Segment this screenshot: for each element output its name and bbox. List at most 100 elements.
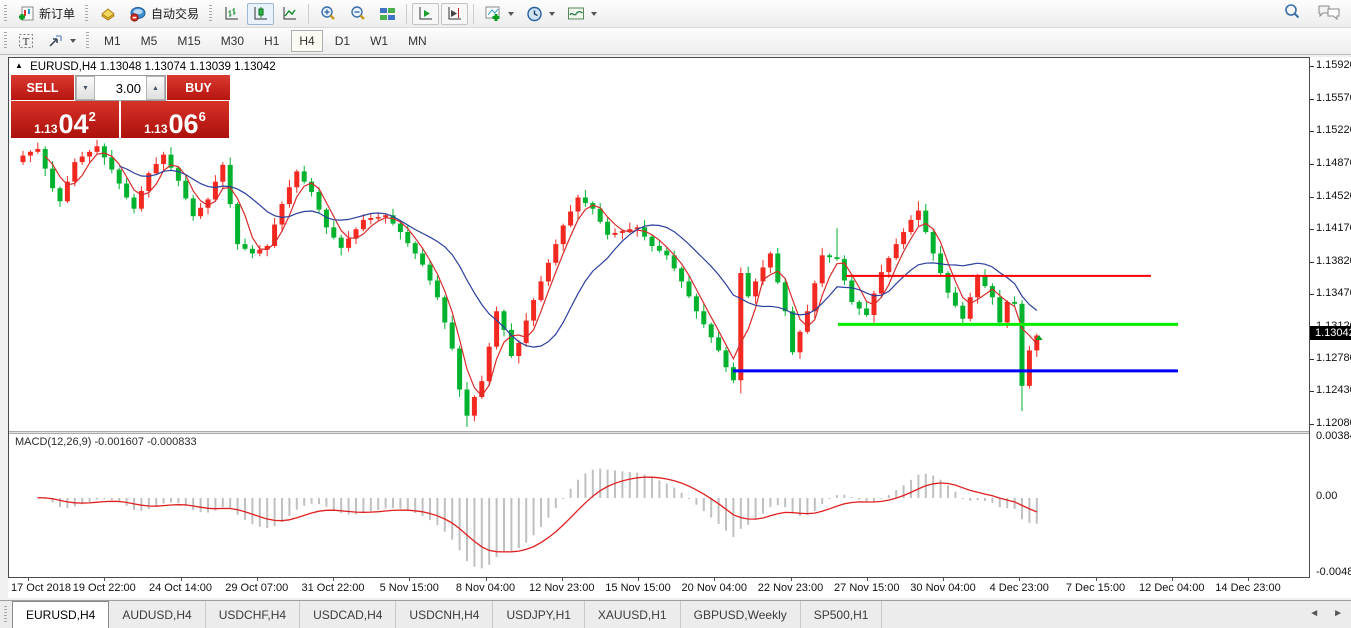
macd-histogram-bar	[888, 495, 890, 498]
volume-input[interactable]: 3.00	[95, 76, 146, 100]
zoom-in-button[interactable]	[314, 2, 342, 25]
timeframe-button-m5[interactable]: M5	[133, 30, 166, 52]
tab-usdchf[interactable]: USDCHF,H4	[206, 601, 300, 628]
candle-body	[990, 286, 995, 297]
tab-audusd[interactable]: AUDUSD,H4	[109, 601, 205, 628]
candle-body	[442, 297, 447, 322]
buy-button[interactable]: BUY	[167, 75, 230, 101]
macd-histogram-bar	[977, 498, 979, 500]
macd-histogram-bar	[385, 498, 387, 508]
timeframe-button-w1[interactable]: W1	[362, 30, 396, 52]
macd-histogram-bar	[703, 498, 705, 511]
macd-histogram-bar	[459, 498, 461, 550]
macd-histogram-bar	[777, 498, 779, 505]
candle-body	[472, 397, 477, 416]
volume-decrease-button[interactable]: ▼	[76, 76, 95, 100]
toolbar-grip[interactable]	[86, 32, 89, 50]
search-icon[interactable]	[1283, 3, 1301, 21]
cursor-mode-button[interactable]	[42, 30, 81, 52]
line-chart-button[interactable]	[276, 3, 303, 25]
timeframe-button-d1[interactable]: D1	[327, 30, 358, 52]
timeframe-button-h4[interactable]: H4	[291, 30, 322, 52]
macd-histogram-bar	[607, 470, 609, 498]
timeframe-button-h1[interactable]: H1	[256, 30, 287, 52]
bar-chart-button[interactable]	[218, 3, 245, 25]
community-chat-icon[interactable]	[1317, 3, 1341, 21]
candle-body	[620, 231, 625, 233]
candlestick-chart-button[interactable]	[247, 3, 274, 25]
candle-body	[864, 308, 869, 315]
tab-usdcnh[interactable]: USDCNH,H4	[396, 601, 493, 628]
macd-histogram-bar	[237, 498, 239, 515]
toolbar-grip[interactable]	[85, 5, 88, 23]
tabsbar-grip[interactable]	[4, 606, 7, 624]
macd-histogram-bar	[370, 498, 372, 511]
volume-increase-button[interactable]: ▲	[146, 76, 165, 100]
svg-text:T: T	[23, 36, 30, 48]
candle-body	[820, 255, 825, 283]
timeframe-button-m1[interactable]: M1	[96, 30, 129, 52]
tabs-scroll-right-icon[interactable]: ►	[1333, 608, 1343, 619]
chart-window[interactable]: ▲ EURUSD,H4 1.13048 1.13074 1.13039 1.13…	[8, 57, 1310, 578]
sell-price[interactable]: 1.13 04 2	[11, 101, 119, 138]
macd-histogram-bar	[488, 498, 490, 565]
macd-histogram-bar	[718, 498, 720, 524]
candle-body	[72, 162, 77, 182]
autotrading-button[interactable]: 自动交易	[124, 2, 204, 25]
candle-body	[302, 171, 307, 181]
macd-histogram-bar	[962, 498, 964, 499]
timeframe-button-mn[interactable]: MN	[400, 30, 435, 52]
chart-shift-button[interactable]	[441, 3, 468, 25]
tab-xauusd[interactable]: XAUUSD,H1	[585, 601, 681, 628]
time-axis[interactable]: 17 Oct 201819 Oct 22:0024 Oct 14:0029 Oc…	[8, 578, 1310, 598]
price-axis[interactable]: 1.159201.155701.152201.148701.145201.141…	[1310, 57, 1351, 598]
auto-scroll-button[interactable]	[412, 3, 439, 25]
indicators-button[interactable]	[479, 3, 519, 25]
candle-body	[687, 281, 692, 296]
macd-histogram-bar	[325, 498, 327, 507]
tab-usdjpy[interactable]: USDJPY,H1	[493, 601, 584, 628]
macd-pane[interactable]: MACD(12,26,9) -0.001607 -0.000833	[9, 434, 1309, 577]
templates-button[interactable]	[562, 3, 602, 25]
collapse-arrow-icon[interactable]: ▲	[15, 61, 23, 70]
candle-body	[731, 367, 736, 380]
candle-body	[568, 212, 573, 226]
price-axis-tick	[1310, 262, 1314, 263]
timeframe-button-m15[interactable]: M15	[169, 30, 208, 52]
timeframe-button-m30[interactable]: M30	[213, 30, 252, 52]
tab-usdcad[interactable]: USDCAD,H4	[300, 601, 396, 628]
macd-histogram-bar	[296, 498, 298, 510]
candle-body	[524, 321, 529, 343]
tab-gbpusd[interactable]: GBPUSD,Weekly	[681, 601, 801, 628]
zoom-out-button[interactable]	[344, 2, 372, 25]
periods-button[interactable]	[521, 3, 560, 25]
price-pane[interactable]: ▲ EURUSD,H4 1.13048 1.13074 1.13039 1.13…	[9, 58, 1309, 431]
macd-histogram-bar	[518, 498, 520, 548]
macd-histogram-bar	[481, 498, 483, 568]
macd-histogram-bar	[311, 498, 313, 504]
text-label-tool-button[interactable]: T	[13, 30, 40, 52]
time-axis-tick	[638, 578, 639, 581]
candle-body	[87, 152, 92, 157]
candle-body	[546, 263, 551, 282]
buy-price[interactable]: 1.13 06 6	[121, 101, 229, 138]
candle-body	[605, 222, 610, 235]
tab-eurusd[interactable]: EURUSD,H4	[12, 601, 109, 628]
sell-button[interactable]: SELL	[11, 75, 74, 101]
time-axis-tick	[943, 578, 944, 581]
toolbar-grip[interactable]	[4, 32, 7, 50]
tab-sp500[interactable]: SP500,H1	[801, 601, 883, 628]
macd-histogram-bar	[207, 498, 209, 513]
time-axis-tick	[562, 578, 563, 581]
price-axis-tick	[1310, 424, 1314, 425]
expert-advisors-button[interactable]	[94, 3, 122, 25]
toolbar-grip[interactable]	[209, 5, 212, 23]
new-order-button[interactable]: 新订单	[13, 2, 80, 25]
tile-windows-button[interactable]	[374, 3, 401, 25]
candle-body	[183, 181, 188, 199]
time-axis-tick	[1248, 578, 1249, 581]
macd-histogram-bar	[429, 498, 431, 520]
tabs-scroll-left-icon[interactable]: ◄	[1309, 608, 1319, 619]
candle-body	[997, 297, 1002, 322]
toolbar-grip[interactable]	[4, 5, 7, 23]
